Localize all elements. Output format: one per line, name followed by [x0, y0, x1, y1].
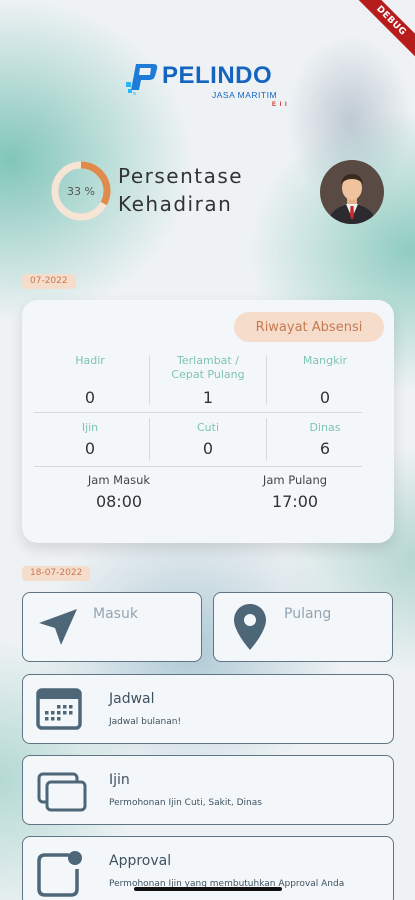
stat-label: Hadir [75, 354, 105, 367]
stat-label: Dinas [309, 421, 341, 434]
stat-label: Cuti [196, 421, 220, 434]
stat-value: 0 [202, 439, 214, 458]
stat-label: Ijin [81, 421, 99, 434]
period-chip: 07-2022 [22, 274, 76, 289]
jam-masuk: Jam Masuk 08:00 [49, 473, 189, 511]
menu-subtitle: Jadwal bulanan! [109, 717, 182, 727]
menu-title: Approval [109, 853, 172, 869]
logo-subline: E I I [272, 102, 288, 108]
stat-value: 0 [84, 439, 96, 458]
divider [266, 418, 267, 460]
stat-label: Terlambat / Cepat Pulang [171, 354, 245, 381]
attendance-summary-card: Riwayat Absensi Hadir 0 Terlambat / Cepa… [22, 300, 394, 543]
divider [34, 466, 362, 467]
stat-value: 0 [319, 388, 331, 407]
user-avatar-icon [320, 160, 384, 224]
attendance-title: Persentase Kehadiran [118, 162, 243, 218]
check-out-button[interactable]: Pulang [213, 592, 393, 662]
logo-subtitle: JASA MARITIM [212, 90, 278, 100]
profile-avatar[interactable] [320, 160, 384, 224]
attendance-title-line2: Kehadiran [118, 192, 233, 216]
stat-label: Mangkir [302, 354, 348, 367]
stat-hadir: Hadir 0 [35, 354, 145, 407]
stat-ijin: Ijin 0 [35, 421, 145, 458]
check-in-button[interactable]: Masuk [22, 592, 202, 662]
jam-pulang-label: Jam Pulang [262, 473, 328, 487]
notification-badge-icon [37, 851, 82, 897]
jam-masuk-value: 08:00 [95, 492, 143, 511]
location-pin-icon [234, 604, 266, 650]
today-date-chip: 18-07-2022 [22, 566, 91, 581]
divider [34, 412, 362, 413]
menu-jadwal[interactable]: Jadwal Jadwal bulanan! [22, 674, 394, 744]
menu-title: Ijin [109, 772, 130, 788]
logo-wordmark: PELINDO [162, 62, 273, 89]
check-in-label: Masuk [93, 606, 138, 622]
navigation-arrow-icon [39, 609, 77, 645]
pelindo-logo-mark-icon [126, 64, 158, 95]
divider [266, 356, 267, 404]
divider [149, 356, 150, 404]
attendance-percent-label: 33 % [67, 184, 95, 198]
menu-ijin[interactable]: Ijin Permohonan Ijin Cuti, Sakit, Dinas [22, 755, 394, 825]
jam-pulang: Jam Pulang 17:00 [225, 473, 365, 511]
check-out-label: Pulang [284, 606, 332, 622]
home-indicator[interactable] [134, 887, 282, 891]
jam-masuk-label: Jam Masuk [87, 473, 151, 487]
attendance-title-line1: Persentase [118, 164, 244, 188]
pelindo-logo: PELINDO JASA MARITIM E I I [126, 58, 296, 118]
attendance-history-button[interactable]: Riwayat Absensi [234, 312, 384, 342]
jam-pulang-value: 17:00 [271, 492, 319, 511]
stat-dinas: Dinas 6 [270, 421, 380, 458]
cards-icon [37, 772, 87, 812]
stat-terlambat: Terlambat / Cepat Pulang 1 [153, 354, 263, 407]
menu-subtitle: Permohonan Ijin Cuti, Sakit, Dinas [109, 798, 262, 808]
stat-value: 1 [202, 388, 214, 407]
stat-cuti: Cuti 0 [153, 421, 263, 458]
stat-value: 6 [319, 439, 331, 458]
stat-mangkir: Mangkir 0 [270, 354, 380, 407]
calendar-icon [36, 688, 82, 730]
divider [149, 418, 150, 460]
stat-value: 0 [84, 388, 96, 407]
menu-title: Jadwal [109, 691, 155, 707]
